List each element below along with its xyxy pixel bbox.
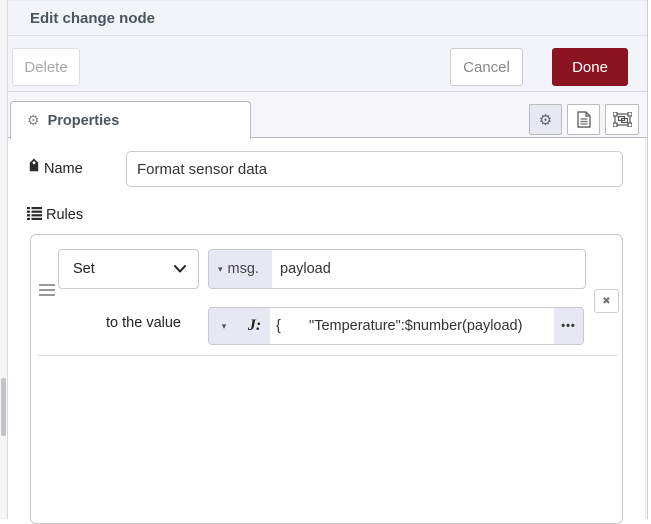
expand-expression-button[interactable]: ••• bbox=[554, 308, 583, 344]
property-input[interactable]: payload bbox=[272, 250, 585, 288]
property-type-label: msg. bbox=[228, 261, 259, 277]
edit-change-node-dialog: Edit change node Delete Cancel Done ⚙ Pr… bbox=[8, 0, 648, 519]
grip-lines-icon bbox=[39, 283, 55, 298]
cancel-button[interactable]: Cancel bbox=[450, 48, 523, 86]
dialog-header: Edit change node bbox=[8, 0, 647, 36]
form-scroll-edge bbox=[645, 138, 646, 519]
done-button[interactable]: Done bbox=[552, 48, 628, 86]
rule-action-select[interactable]: Set bbox=[58, 249, 199, 289]
rule-property-field: ▾ msg. payload bbox=[208, 249, 586, 289]
tag-icon bbox=[24, 157, 44, 177]
rule-divider bbox=[38, 355, 618, 356]
expression-input[interactable]: { "Temperature":$number(payload) bbox=[270, 308, 554, 344]
rule-drag-handle[interactable] bbox=[39, 283, 55, 298]
properties-tab-button[interactable]: ⚙ bbox=[529, 104, 562, 135]
rule-value-field: ▾ J: { "Temperature":$number(payload) ••… bbox=[208, 307, 584, 345]
name-label: Name bbox=[44, 161, 83, 177]
appearance-tab-button[interactable] bbox=[605, 104, 639, 135]
tab-properties-label: Properties bbox=[48, 113, 120, 129]
caret-down-icon: ▾ bbox=[218, 265, 223, 274]
list-icon bbox=[27, 207, 42, 220]
rules-list: Set ▾ msg. payload ✖ to the value ▾ J: {… bbox=[30, 234, 623, 524]
rule-action-value: Set bbox=[73, 261, 95, 277]
chevron-down-icon bbox=[174, 265, 186, 273]
property-type-button[interactable]: ▾ msg. bbox=[209, 250, 272, 288]
scrollbar-thumb[interactable] bbox=[1, 378, 6, 436]
name-input[interactable] bbox=[126, 151, 623, 187]
rules-label: Rules bbox=[46, 207, 83, 223]
caret-down-icon: ▾ bbox=[222, 322, 227, 331]
delete-button[interactable]: Delete bbox=[12, 48, 80, 86]
tray-resize-strip[interactable] bbox=[0, 0, 8, 519]
gear-icon: ⚙ bbox=[539, 111, 552, 129]
remove-rule-button[interactable]: ✖ bbox=[594, 289, 619, 313]
gear-icon: ⚙ bbox=[27, 112, 40, 129]
jsonata-type-icon: J: bbox=[239, 308, 270, 344]
dialog-title: Edit change node bbox=[30, 1, 155, 36]
object-group-icon bbox=[613, 112, 632, 127]
document-icon bbox=[577, 111, 591, 128]
value-type-button[interactable]: ▾ bbox=[209, 308, 239, 344]
tab-properties[interactable]: ⚙ Properties bbox=[10, 101, 251, 139]
description-tab-button[interactable] bbox=[567, 104, 600, 135]
to-the-value-label: to the value bbox=[71, 315, 181, 331]
